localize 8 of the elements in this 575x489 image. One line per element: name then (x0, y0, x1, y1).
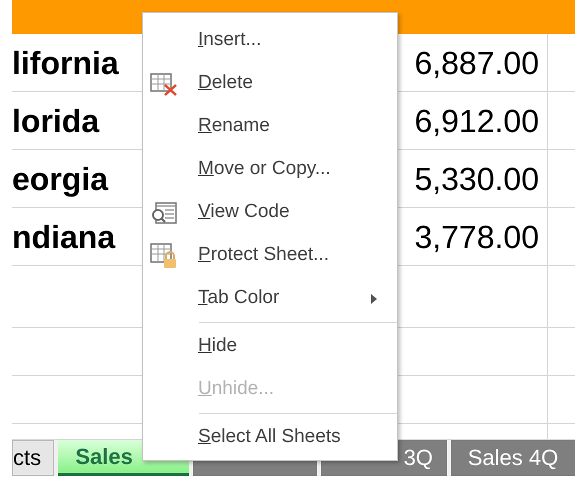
amount-cell: 6,912.00 (414, 104, 539, 136)
state-cell: eorgia (12, 162, 108, 194)
state-cell: lorida (12, 104, 100, 136)
state-cell: ndiana (12, 220, 116, 252)
amount-cell: 3,778.00 (414, 220, 539, 252)
amount-cell: 5,330.00 (414, 162, 539, 194)
state-cell: lifornia (12, 46, 119, 78)
amount-cell: 6,887.00 (414, 46, 539, 78)
